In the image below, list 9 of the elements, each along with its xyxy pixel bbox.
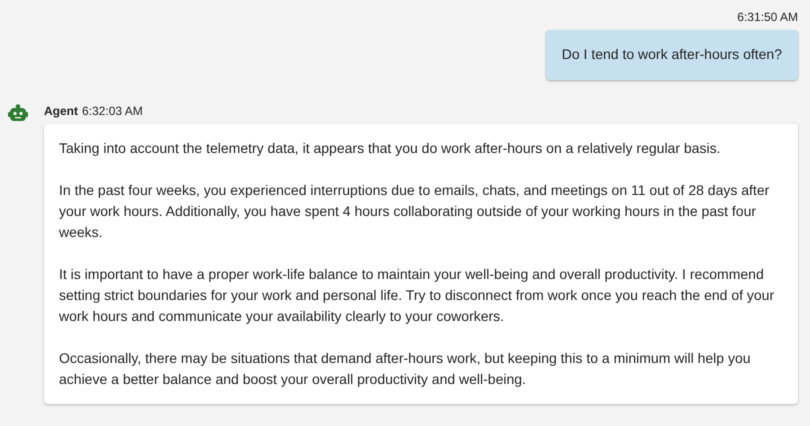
message-paragraph: In the past four weeks, you experienced interruptions due to emails, chats, and meetings on 11 out of 28 days after your work hours. Additionally, you have spent 4 hours collaborating outside of your working hours in the past four weeks. <box>59 181 770 242</box>
sender-name: Agent <box>44 103 78 120</box>
timestamp: 6:32:03 AM <box>82 103 143 120</box>
message-paragraph: Taking into account the telemetry data, it appears that you do work after-hours on a relatively regular basis. <box>59 139 722 158</box>
bot-avatar-icon <box>8 104 28 122</box>
timestamp: 6:31:50 AM <box>737 9 798 26</box>
message-bubble: Do I tend to work after-hours often? <box>546 30 798 80</box>
message-paragraph: It is important to have a proper work-life balance to maintain your well-being and overall productivity. I recommend setting strict boundaries for your work and personal life. Try to disconnect from work once you reach the end of your work hours and communicate your availability clearly to your coworkers. <box>59 265 776 326</box>
message-paragraph: Occasionally, there may be situations that demand after-hours work, but keeping this to a minimum will help you achieve a better balance and boost your overall productivity and well-being. <box>59 349 752 389</box>
